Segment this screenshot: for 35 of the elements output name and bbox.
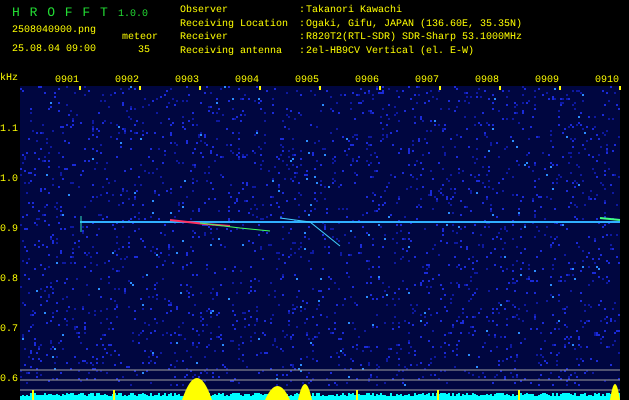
info-label: Receiving antenna	[180, 44, 284, 58]
time-axis-label: 0903	[174, 75, 199, 86]
info-separator: :	[299, 18, 306, 31]
info-separator: :	[299, 44, 306, 58]
info-separator: :	[299, 4, 306, 18]
time-axis-label: 0902	[114, 75, 139, 86]
frequency-axis-label: 0.8	[0, 273, 18, 287]
meteor-label: meteor	[122, 30, 158, 44]
frequency-axis-label: 0.9	[0, 223, 18, 237]
datetime: 25.08.04 09:00	[12, 43, 98, 56]
frequency-axis-label: 0.7	[0, 323, 18, 337]
time-axis-label: 0906	[354, 75, 379, 86]
info-value: R820T2(RTL-SDR) SDR-Sharp 53.1000MHz	[306, 31, 522, 44]
app-title: H R O F F T	[12, 6, 110, 20]
version-label: 1.0.0	[118, 8, 148, 22]
info-label: Observer	[180, 4, 230, 18]
info-separator: :	[299, 31, 306, 44]
time-axis-label: 0901	[54, 75, 79, 86]
info-value: Ogaki, Gifu, JAPAN (136.60E, 35.35N)	[306, 18, 522, 31]
time-axis-label: 0910	[594, 75, 619, 86]
meteor-count: 35	[138, 44, 150, 58]
time-axis-label: 0909	[534, 75, 559, 86]
info-label: Receiver	[180, 31, 230, 44]
info-label: Receiving Location	[180, 18, 290, 31]
info-value: Takanori Kawachi	[306, 4, 402, 18]
time-axis-label: 0904	[234, 75, 259, 86]
frequency-axis-label: 1.0	[0, 173, 18, 187]
time-axis-label: 0908	[474, 75, 499, 86]
time-axis-label: 0905	[294, 75, 319, 86]
filename: 2508040900.png	[12, 24, 98, 37]
axis-unit-label: kHz	[0, 72, 20, 86]
info-value: 2el-HB9CV Vertical (el. E-W)	[306, 44, 474, 58]
frequency-axis-label: 0.6	[0, 373, 18, 387]
time-axis-label: 0907	[414, 75, 439, 86]
frequency-axis-label: 1.1	[0, 123, 18, 137]
